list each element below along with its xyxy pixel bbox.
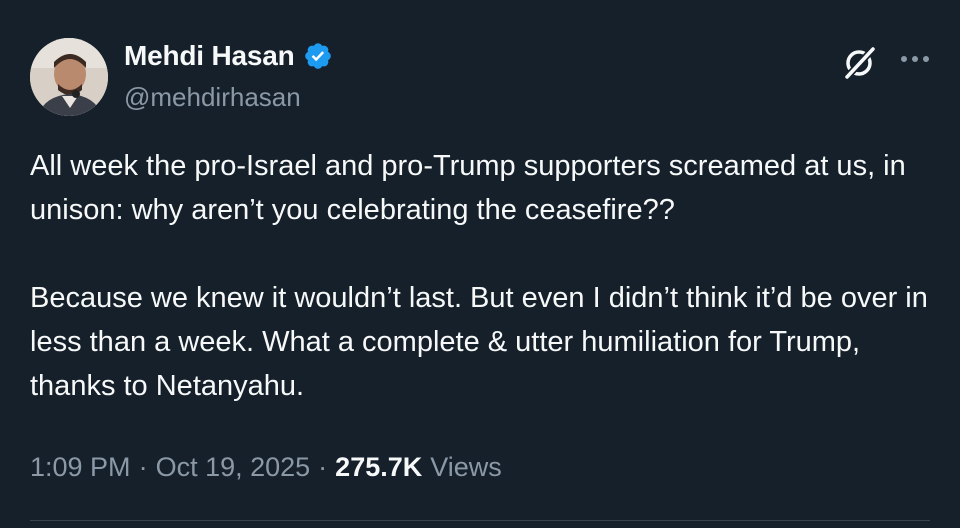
tweet-meta: 1:09 PM · Oct 19, 2025 · 275.7K Views [30, 452, 502, 483]
tweet-card: Mehdi Hasan @mehdirhasan All week the pr… [0, 0, 960, 528]
author-name-row: Mehdi Hasan [124, 40, 333, 72]
meta-separator: · [138, 452, 148, 482]
views-label[interactable]: Views [430, 452, 502, 483]
tweet-date[interactable]: Oct 19, 2025 [156, 452, 311, 483]
tweet-time[interactable]: 1:09 PM [30, 452, 131, 483]
divider [30, 520, 930, 521]
author-handle[interactable]: @mehdirhasan [124, 82, 301, 113]
author-display-name[interactable]: Mehdi Hasan [124, 40, 295, 72]
more-options-icon[interactable] [898, 48, 932, 70]
meta-separator: · [318, 452, 328, 482]
grok-icon[interactable] [840, 42, 880, 82]
tweet-text: All week the pro-Israel and pro-Trump su… [30, 150, 928, 402]
avatar[interactable] [30, 38, 108, 116]
views-count[interactable]: 275.7K [335, 452, 422, 483]
verified-badge-icon[interactable] [303, 41, 333, 71]
